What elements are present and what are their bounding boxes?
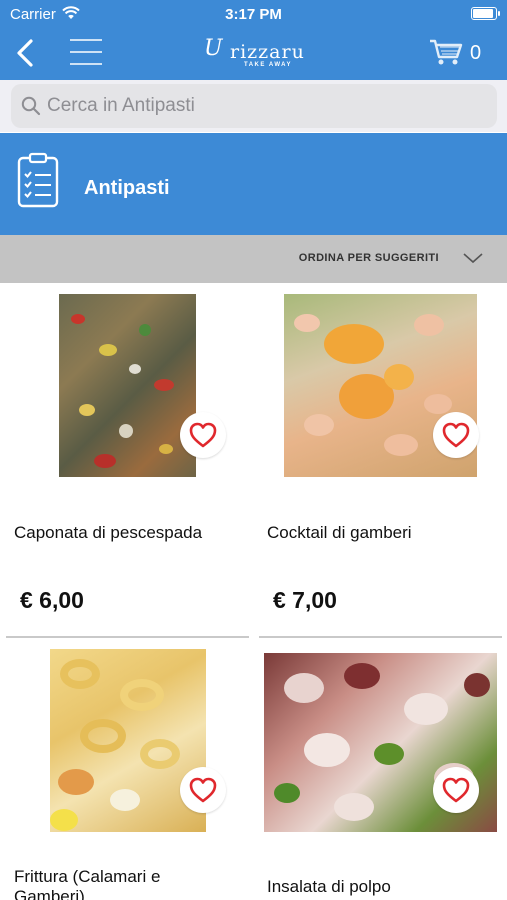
product-name: Cocktail di gamberi bbox=[267, 523, 412, 542]
favorite-button[interactable] bbox=[433, 412, 479, 458]
heart-outline-icon bbox=[189, 422, 217, 448]
chevron-down-icon bbox=[463, 253, 483, 264]
back-button[interactable] bbox=[10, 36, 40, 70]
product-name: Caponata di pescespada bbox=[14, 523, 203, 542]
product-price: € 7,00 bbox=[273, 587, 337, 613]
search-icon bbox=[21, 96, 41, 116]
navigation-bar: U rizzaru TAKE AWAY 0 bbox=[0, 28, 507, 80]
favorite-button[interactable] bbox=[180, 767, 226, 813]
product-name: Insalata di polpo bbox=[267, 877, 391, 896]
product-card[interactable]: Insalata di polpo bbox=[259, 640, 502, 900]
heart-outline-icon bbox=[442, 422, 470, 448]
product-image bbox=[59, 294, 196, 477]
product-card[interactable]: Cocktail di gamberi € 7,00 bbox=[259, 283, 502, 640]
category-header: Antipasti bbox=[0, 133, 507, 235]
product-image bbox=[50, 649, 206, 832]
clipboard-checklist-icon bbox=[17, 152, 59, 208]
status-bar: Carrier 3:17 PM bbox=[0, 0, 507, 28]
heart-outline-icon bbox=[442, 777, 470, 803]
sort-dropdown[interactable]: ORDINA PER SUGGERITI bbox=[0, 235, 507, 283]
search-bar-container bbox=[0, 80, 507, 132]
favorite-button[interactable] bbox=[180, 412, 226, 458]
battery-icon bbox=[471, 7, 500, 20]
heart-outline-icon bbox=[189, 777, 217, 803]
product-card[interactable]: Frittura (Calamari e Gamberi) bbox=[6, 640, 249, 900]
search-bar bbox=[11, 84, 497, 128]
top-bar: Carrier 3:17 PM U rizzaru TAKE AWAY 0 bbox=[0, 0, 507, 80]
cart-count: 0 bbox=[470, 42, 482, 64]
card-divider bbox=[259, 636, 502, 638]
product-price: € 6,00 bbox=[20, 587, 84, 613]
clock: 3:17 PM bbox=[225, 6, 282, 23]
brand-logo: U rizzaru TAKE AWAY bbox=[204, 36, 305, 68]
sort-label: ORDINA PER SUGGERITI bbox=[298, 252, 439, 264]
card-divider bbox=[6, 636, 249, 638]
cart-icon[interactable] bbox=[428, 37, 464, 67]
search-input[interactable] bbox=[47, 84, 487, 128]
product-name: Frittura (Calamari e Gamberi) bbox=[14, 867, 161, 900]
favorite-button[interactable] bbox=[433, 767, 479, 813]
product-card[interactable]: Caponata di pescespada € 6,00 bbox=[6, 283, 249, 640]
menu-button[interactable] bbox=[70, 35, 102, 69]
category-title: Antipasti bbox=[84, 177, 170, 199]
